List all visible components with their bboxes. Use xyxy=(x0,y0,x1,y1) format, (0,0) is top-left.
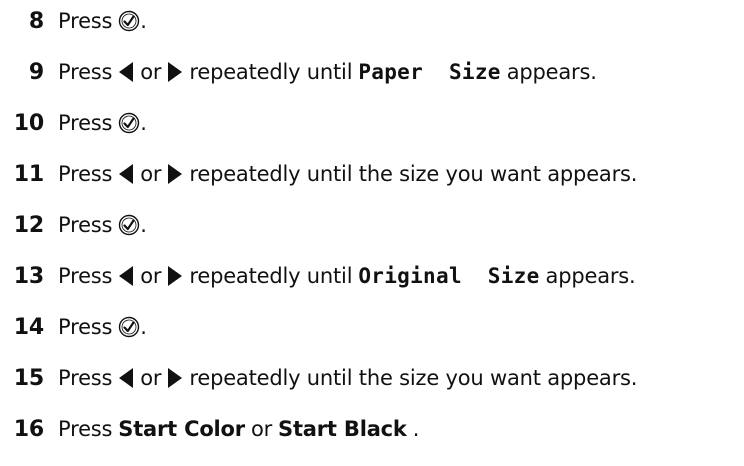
step-text: Press . xyxy=(58,315,147,339)
step-verb: Press xyxy=(58,60,113,84)
start-color-button-label: Start Color xyxy=(118,417,245,441)
start-black-button-label: Start Black xyxy=(278,417,407,441)
step-14: 14 Press . xyxy=(0,310,147,344)
display-text-code: Original Size xyxy=(358,264,540,288)
step-end: appears. xyxy=(545,264,636,288)
step-verb: Press xyxy=(58,162,113,186)
step-text: Press or repeatedly until the size you w… xyxy=(58,366,637,390)
step-end: . xyxy=(140,9,147,33)
step-15: 15 Press or repeatedly until the size yo… xyxy=(0,361,638,395)
step-end: appears. xyxy=(506,60,597,84)
select-check-icon xyxy=(118,214,140,236)
step-verb: Press xyxy=(58,9,113,33)
display-text-code: Paper Size xyxy=(358,60,501,84)
step-text: Press . xyxy=(58,111,147,135)
step-end: . xyxy=(140,213,147,237)
step-number: 15 xyxy=(13,365,44,391)
right-arrow-icon xyxy=(167,265,183,287)
step-middle: repeatedly until xyxy=(189,264,353,288)
step-verb: Press xyxy=(58,213,113,237)
step-text: Press . xyxy=(58,213,147,237)
step-number: 13 xyxy=(13,263,44,289)
step-8: 8 Press . xyxy=(0,4,147,38)
step-middle: repeatedly until the size you want appea… xyxy=(189,162,638,186)
right-arrow-icon xyxy=(167,163,183,185)
step-verb: Press xyxy=(58,111,113,135)
step-or: or xyxy=(140,264,162,288)
step-end: . xyxy=(140,315,147,339)
left-arrow-icon xyxy=(118,163,134,185)
step-16: 16 Press Start Color or Start Black . xyxy=(0,412,420,446)
step-number: 11 xyxy=(13,161,44,187)
step-or: or xyxy=(140,162,162,186)
left-arrow-icon xyxy=(118,61,134,83)
step-11: 11 Press or repeatedly until the size yo… xyxy=(0,157,638,191)
step-13: 13 Press or repeatedly until Original Si… xyxy=(0,259,636,293)
step-or: or xyxy=(250,417,273,441)
step-number: 8 xyxy=(28,8,44,34)
step-10: 10 Press . xyxy=(0,106,147,140)
select-check-icon xyxy=(118,316,140,338)
step-text: Press or repeatedly until Paper Size app… xyxy=(58,60,597,84)
step-text: Press Start Color or Start Black . xyxy=(58,417,419,441)
step-verb: Press xyxy=(58,264,113,288)
step-or: or xyxy=(140,60,162,84)
step-end: . xyxy=(140,111,147,135)
step-number: 12 xyxy=(13,212,44,238)
step-middle: repeatedly until xyxy=(189,60,353,84)
right-arrow-icon xyxy=(167,61,183,83)
step-verb: Press xyxy=(58,366,113,390)
step-verb: Press xyxy=(58,315,113,339)
left-arrow-icon xyxy=(118,367,134,389)
step-middle: repeatedly until the size you want appea… xyxy=(189,366,638,390)
step-text: Press or repeatedly until the size you w… xyxy=(58,162,637,186)
step-or: or xyxy=(140,366,162,390)
step-end: . xyxy=(412,417,420,441)
left-arrow-icon xyxy=(118,265,134,287)
step-12: 12 Press . xyxy=(0,208,147,242)
step-verb: Press xyxy=(58,417,113,441)
step-number: 10 xyxy=(13,110,44,136)
step-number: 14 xyxy=(13,314,44,340)
select-check-icon xyxy=(118,112,140,134)
step-number: 16 xyxy=(13,416,44,442)
step-number: 9 xyxy=(28,59,44,85)
step-text: Press . xyxy=(58,9,147,33)
step-9: 9 Press or repeatedly until Paper Size a… xyxy=(0,55,597,89)
select-check-icon xyxy=(118,10,140,32)
step-text: Press or repeatedly until Original Size … xyxy=(58,264,636,288)
right-arrow-icon xyxy=(167,367,183,389)
